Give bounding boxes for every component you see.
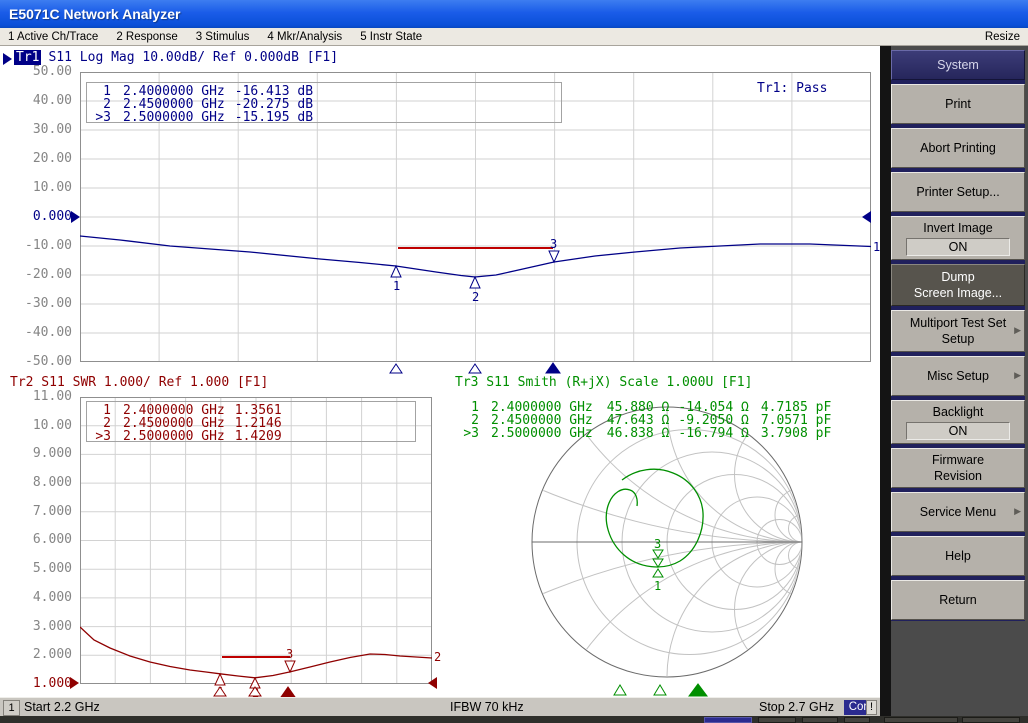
softkey-firmware-revision[interactable]: Firmware Revision (891, 448, 1025, 488)
ifbw-label: IFBW 70 kHz (450, 700, 524, 714)
softkey-print[interactable]: Print (891, 84, 1025, 124)
softkey-service-menu[interactable]: Service Menu▶ (891, 492, 1025, 532)
softkey-backlight[interactable]: BacklightON (891, 400, 1025, 444)
softkey-multiport-test-set-setup[interactable]: Multiport Test Set Setup▶ (891, 310, 1025, 352)
trace1-header-text: S11 Log Mag 10.00dB/ Ref 0.000dB [F1] (48, 50, 338, 65)
softkey-system: System (891, 50, 1025, 80)
tr1-ytick: 10.00 (6, 180, 72, 195)
tr2-ytick: 6.000 (6, 532, 72, 547)
tr2-ytick: 10.00 (6, 418, 72, 433)
tr1-ytick: -10.00 (6, 238, 72, 253)
app-window: E5071C Network Analyzer 1 Active Ch/Trac… (0, 0, 1028, 723)
menu-resize[interactable]: Resize (985, 31, 1020, 43)
invert-image-state: ON (906, 238, 1010, 256)
tr1-ytick: 20.00 (6, 151, 72, 166)
menu-instr-state[interactable]: 5 Instr State (360, 31, 422, 43)
taskbar-segment (802, 717, 838, 723)
tr1-ytick: -30.00 (6, 296, 72, 311)
softkey-dump-screen-image[interactable]: Dump Screen Image... (891, 264, 1025, 306)
window-title: E5071C Network Analyzer (9, 6, 180, 22)
trace1-header: Tr1 S11 Log Mag 10.00dB/ Ref 0.000dB [F1] (14, 50, 338, 65)
tr2-ytick: 5.000 (6, 561, 72, 576)
tr2-ytick: 11.00 (6, 389, 72, 404)
clipped-taskbar-strip (0, 716, 1028, 723)
tr1-ytick: 50.00 (6, 64, 72, 79)
tr1-ytick: 30.00 (6, 122, 72, 137)
stop-frequency-label: Stop 2.7 GHz (759, 700, 834, 714)
svg-text:1: 1 (654, 579, 661, 593)
taskbar-segment (704, 717, 752, 723)
tr1-ytick: 40.00 (6, 93, 72, 108)
menu-bar: 1 Active Ch/Trace 2 Response 3 Stimulus … (0, 28, 1028, 46)
softkey-abort-printing[interactable]: Abort Printing (891, 128, 1025, 168)
taskbar-segment (884, 717, 958, 723)
tr2-ytick: 7.000 (6, 504, 72, 519)
submenu-arrow-icon: ▶ (1014, 325, 1021, 337)
tr1-marker-table: 12.4000000 GHz-16.413 dB 22.4500000 GHz-… (86, 82, 562, 123)
tr1-ytick: -20.00 (6, 267, 72, 282)
title-bar: E5071C Network Analyzer (0, 0, 1028, 28)
tr3-stimulus-markers (614, 684, 707, 696)
softkey-invert-image[interactable]: Invert ImageON (891, 216, 1025, 260)
smith-grid (490, 400, 880, 697)
menu-response[interactable]: 2 Response (116, 31, 177, 43)
trace1-badge: Tr1 (14, 50, 41, 65)
tr1-ref-arrow-right-icon (862, 211, 871, 223)
softkey-misc-setup[interactable]: Misc Setup▶ (891, 356, 1025, 396)
tr2-trace-number: 2 (434, 650, 441, 664)
taskbar-segment (962, 717, 1020, 723)
svg-text:1: 1 (393, 279, 400, 293)
tr2-stimulus-markers (214, 687, 295, 697)
submenu-arrow-icon: ▶ (1014, 506, 1021, 518)
taskbar-segment (758, 717, 796, 723)
tr3-marker-symbols: 3 1 (653, 537, 663, 593)
tr1-pass-status: Tr1: Pass (757, 81, 827, 96)
tr1-ref-level-label: 0.000 (6, 209, 72, 224)
svg-text:3: 3 (286, 647, 293, 661)
tr2-ytick: 9.000 (6, 446, 72, 461)
tr2-ytick: 8.000 (6, 475, 72, 490)
trace2-header: Tr2 S11 SWR 1.000/ Ref 1.000 [F1] (10, 375, 268, 390)
tr1-ytick: -50.00 (6, 354, 72, 369)
channel-number-box: 1 (3, 700, 20, 716)
menu-mkr-analysis[interactable]: 4 Mkr/Analysis (267, 31, 342, 43)
tr2-ref-arrow-right-icon (428, 677, 437, 689)
menu-stimulus[interactable]: 3 Stimulus (196, 31, 250, 43)
taskbar-segment (844, 717, 870, 723)
svg-text:3: 3 (550, 237, 557, 251)
softkey-column: System Print Abort Printing Printer Setu… (891, 50, 1025, 621)
menu-active-ch-trace[interactable]: 1 Active Ch/Trace (8, 31, 98, 43)
start-frequency-label: Start 2.2 GHz (24, 700, 100, 714)
status-bar: 1 Start 2.2 GHz IFBW 70 kHz Stop 2.7 GHz… (0, 697, 880, 716)
tr2-marker-table: 12.4000000 GHz1.3561 22.4500000 GHz1.214… (86, 401, 416, 442)
submenu-arrow-icon: ▶ (1014, 370, 1021, 382)
tr2-ytick: 4.000 (6, 590, 72, 605)
trace3-header: Tr3 S11 Smith (R+jX) Scale 1.000U [F1] (455, 375, 752, 390)
svg-text:2: 2 (472, 290, 479, 304)
softkey-help[interactable]: Help (891, 536, 1025, 576)
tr2-ytick: 3.000 (6, 619, 72, 634)
svg-text:3: 3 (654, 537, 661, 551)
backlight-state: ON (906, 422, 1010, 440)
tr1-ytick: -40.00 (6, 325, 72, 340)
tr1-stimulus-markers (390, 363, 560, 373)
softkey-return[interactable]: Return (891, 580, 1025, 620)
tr3-marker-table: 12.4000000 GHz45.880 Ω-14.054 Ω4.7185 pF… (455, 401, 831, 440)
tr2-ref-level-label: 1.000 (6, 676, 72, 691)
tr2-ref-arrow-left-icon (70, 677, 79, 689)
tr1-ref-arrow-left-icon (71, 211, 80, 223)
softkey-printer-setup[interactable]: Printer Setup... (891, 172, 1025, 212)
sidebar-left-strip (880, 46, 891, 716)
tr3-smith-chart: 3 1 (490, 400, 880, 697)
alert-indicator: ! (866, 700, 877, 715)
tr2-ytick: 2.000 (6, 647, 72, 662)
